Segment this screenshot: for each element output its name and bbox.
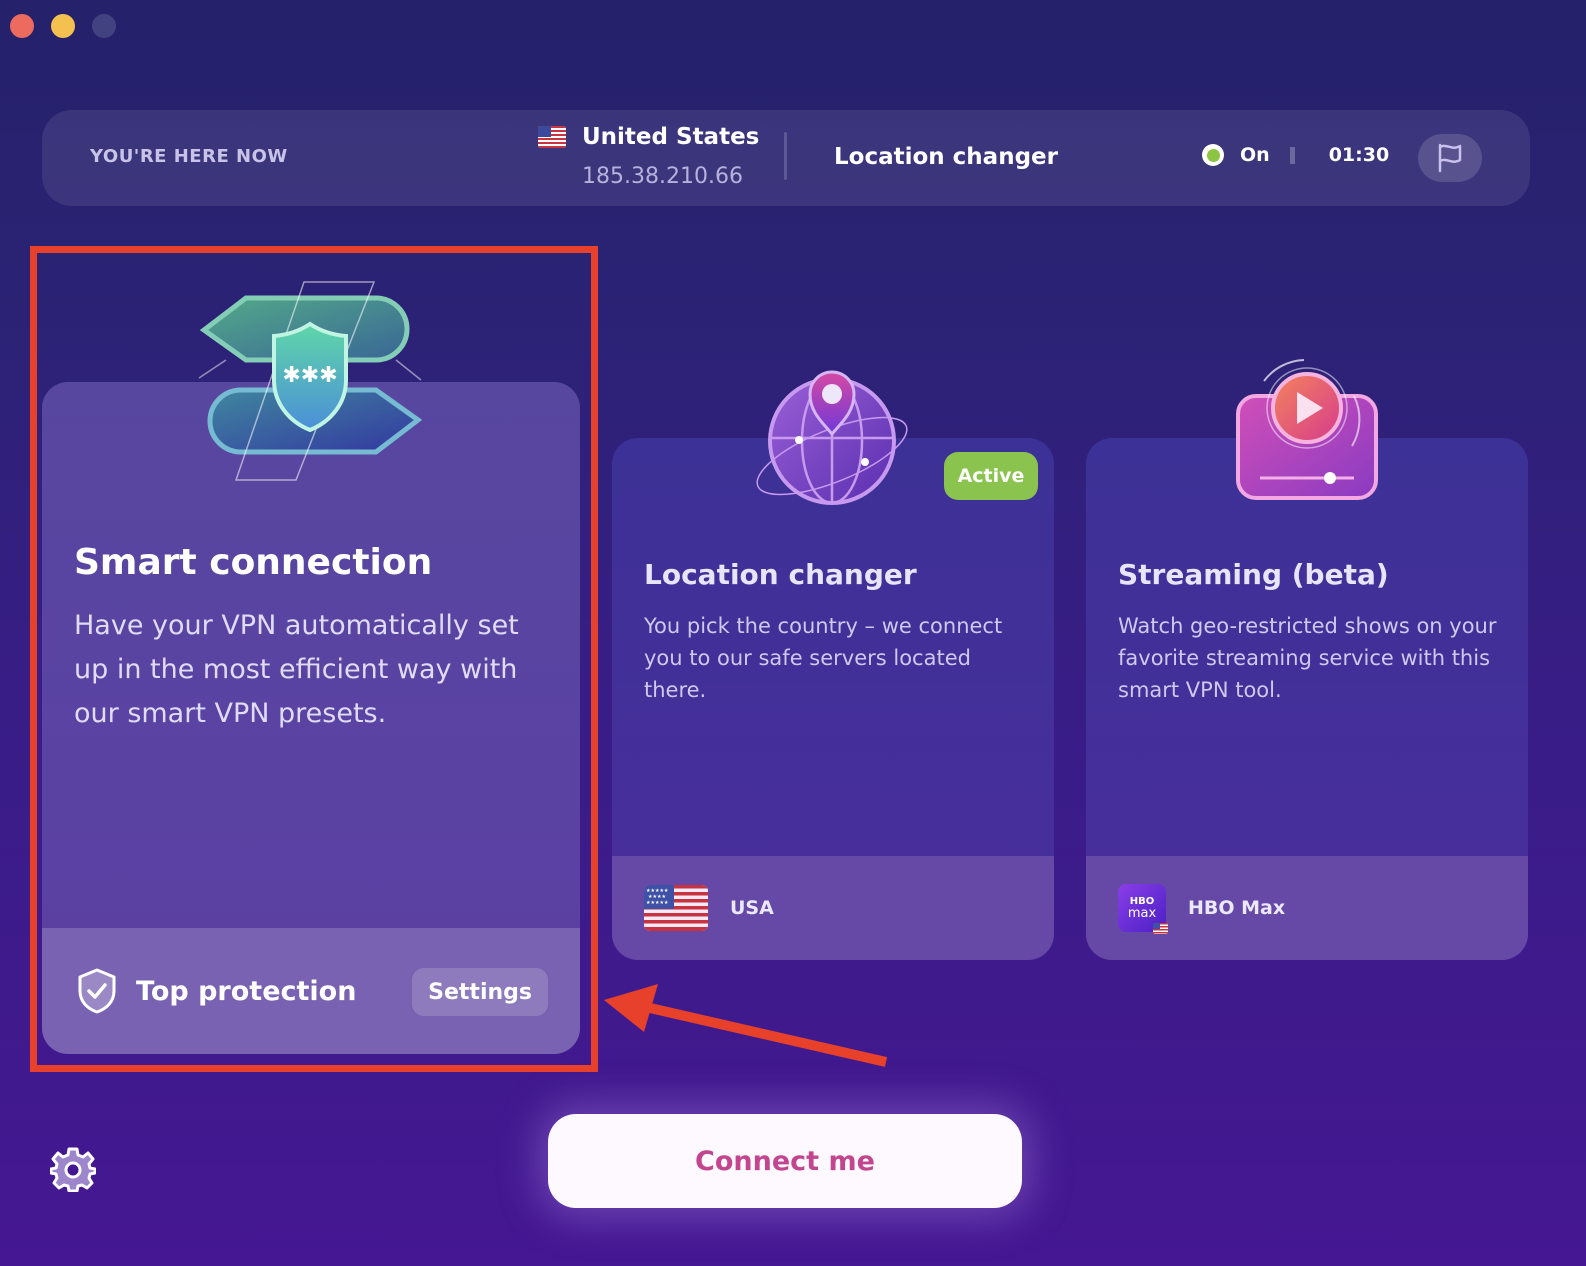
status-text: On [1240, 144, 1270, 166]
window-close-button[interactable] [10, 14, 34, 38]
window-maximize-button[interactable] [92, 14, 116, 38]
divider [784, 132, 787, 180]
connect-button[interactable]: Connect me [548, 1114, 1022, 1208]
ip-address: 185.38.210.66 [582, 164, 743, 189]
status-indicator-icon [1202, 144, 1224, 166]
window-controls [10, 14, 116, 38]
us-flag-icon [1153, 922, 1168, 934]
selected-country: USA [730, 897, 774, 919]
connection-status-bar: YOU'RE HERE NOW United States 185.38.210… [42, 110, 1530, 206]
hbo-max-logo: HBO max [1118, 884, 1168, 934]
location-globe-illustration [752, 356, 912, 512]
svg-text:★★★★★: ★★★★★ [646, 900, 669, 906]
connection-status: On 01:30 [1202, 144, 1389, 166]
settings-button[interactable] [49, 1146, 97, 1196]
card-description: Watch geo-restricted shows on your favor… [1118, 614, 1497, 702]
country-name: United States [582, 124, 760, 150]
logo-text: HBO [1129, 895, 1155, 907]
location-changer-card[interactable]: Location changer You pick the country – … [612, 438, 1054, 960]
card-footer[interactable]: ★★★★★ ★★★★ ★★★★★ USA [612, 856, 1054, 960]
flag-icon [1438, 143, 1462, 173]
us-flag-icon: ★★★★★ ★★★★ ★★★★★ [644, 885, 708, 931]
window-minimize-button[interactable] [51, 14, 75, 38]
card-title: Streaming (beta) [1118, 558, 1389, 591]
card-description: You pick the country – we connect you to… [644, 614, 1003, 702]
connection-timer: 01:30 [1328, 144, 1390, 166]
us-flag-icon [538, 126, 566, 148]
active-badge: Active [944, 452, 1038, 500]
highlight-annotation [30, 246, 598, 1072]
active-mode-label: Location changer [834, 144, 1058, 170]
card-title: Location changer [644, 558, 917, 591]
logo-text: max [1127, 905, 1157, 921]
arrow-annotation [604, 984, 888, 1067]
divider [1289, 146, 1295, 164]
current-location-label: YOU'RE HERE NOW [90, 146, 288, 167]
streaming-player-illustration [1234, 356, 1382, 506]
selected-service: HBO Max [1188, 897, 1286, 919]
current-country: United States [538, 124, 759, 150]
card-footer[interactable]: HBO max HBO Max [1086, 856, 1528, 960]
report-flag-button[interactable] [1418, 134, 1482, 182]
gear-icon [49, 1147, 97, 1193]
streaming-card[interactable]: Streaming (beta) Watch geo-restricted sh… [1086, 438, 1528, 960]
